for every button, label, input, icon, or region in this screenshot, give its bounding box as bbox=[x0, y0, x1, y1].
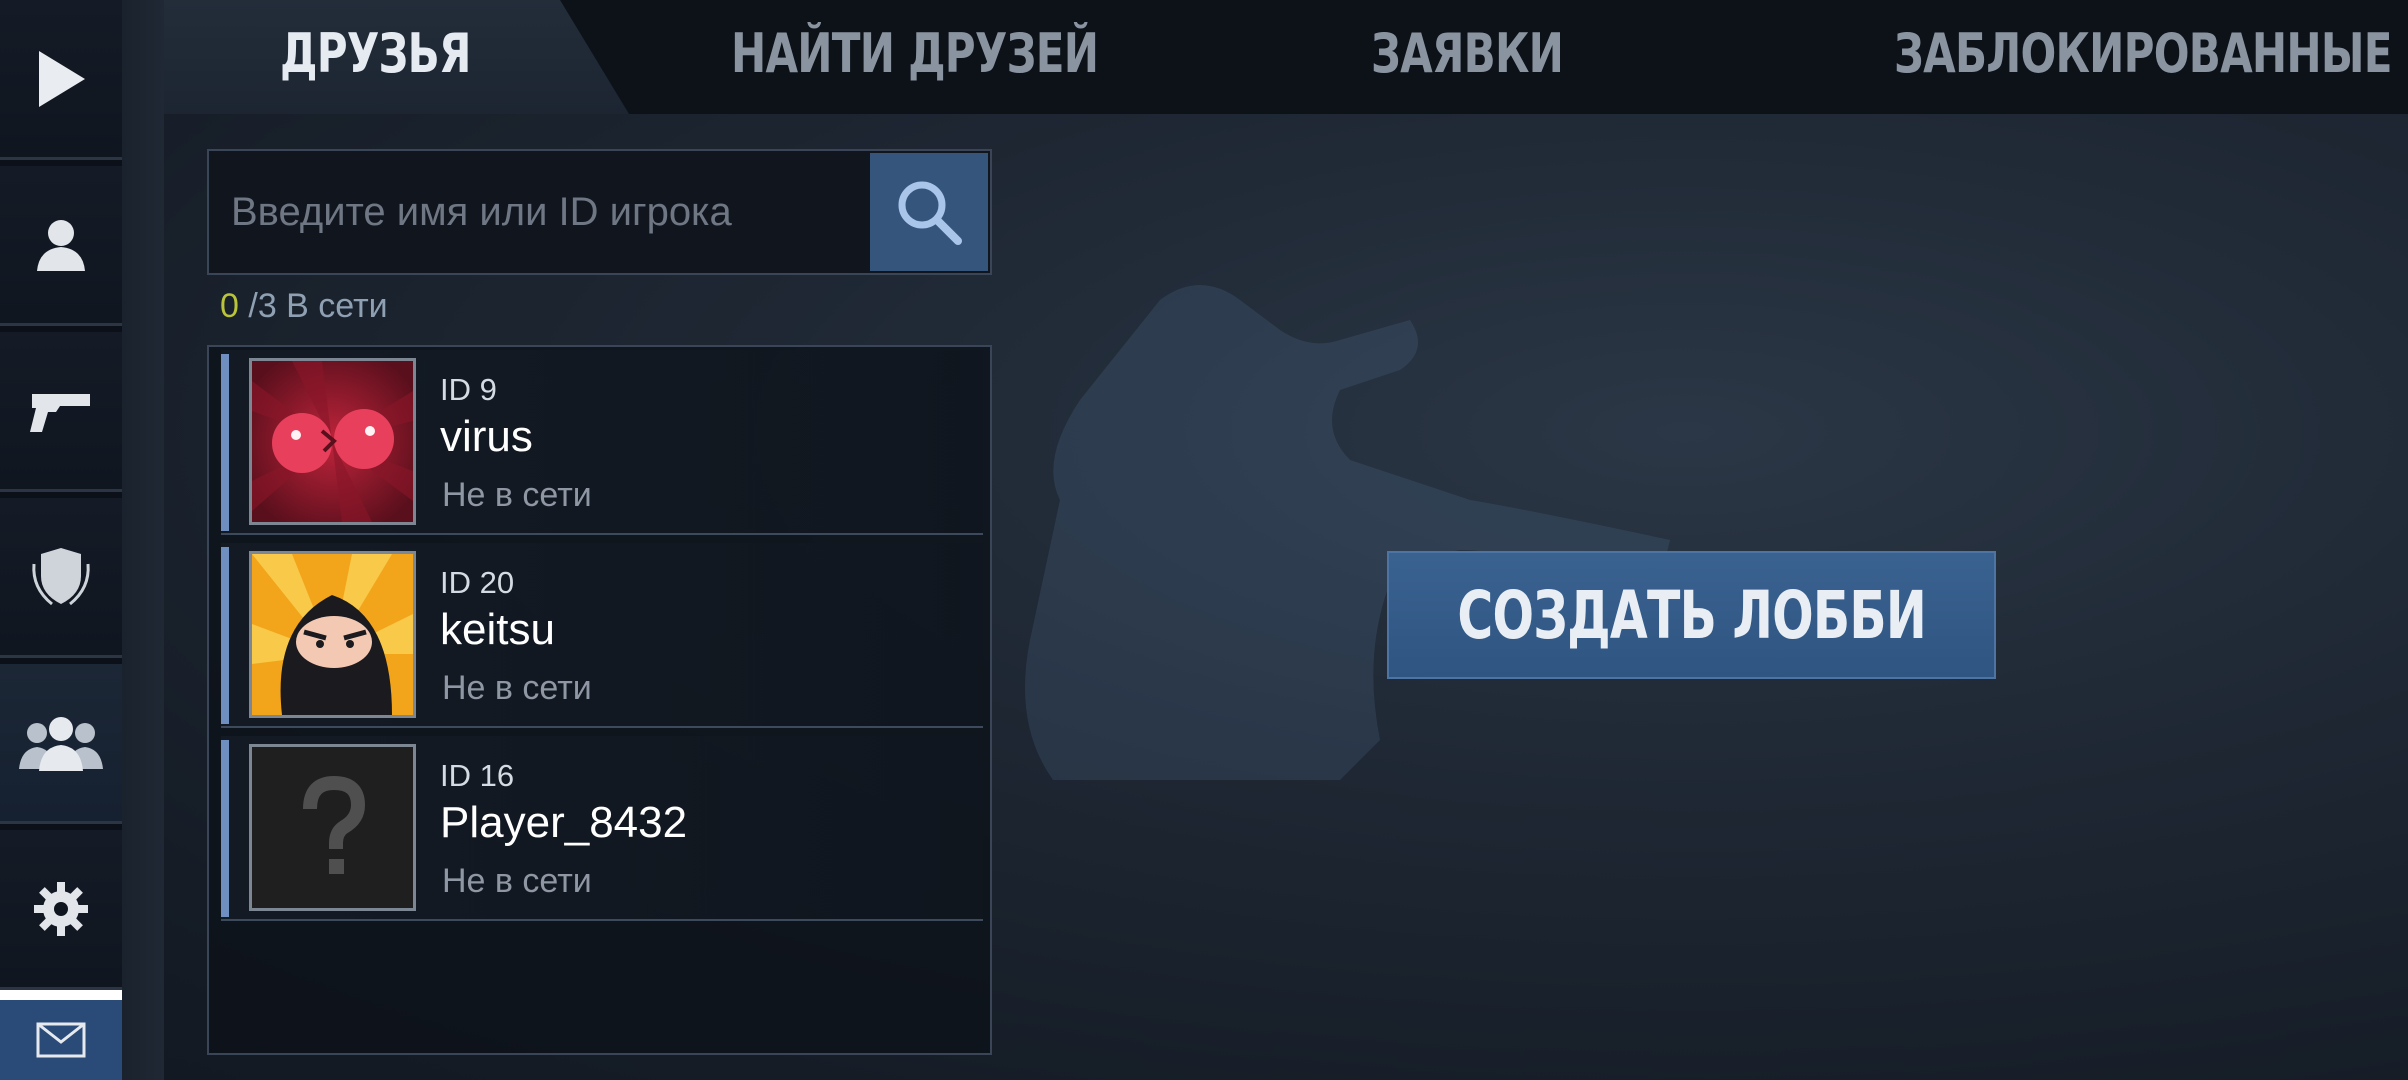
create-lobby-label: СОЗДАТЬ ЛОББИ bbox=[1457, 576, 1926, 654]
ninja-avatar bbox=[249, 551, 416, 718]
tab-requests[interactable]: ЗАЯВКИ bbox=[1371, 22, 1564, 92]
tab-find-friends[interactable]: НАЙТИ ДРУЗЕЙ bbox=[731, 22, 1099, 92]
friend-name: Player_8432 bbox=[440, 798, 688, 847]
play-button[interactable] bbox=[0, 0, 122, 160]
friends-icon bbox=[19, 716, 103, 771]
play-icon bbox=[39, 50, 85, 107]
mail-button[interactable] bbox=[0, 990, 122, 1080]
search-icon bbox=[898, 181, 962, 245]
search-bar bbox=[207, 149, 992, 275]
friends-button[interactable] bbox=[0, 664, 122, 824]
shield-icon bbox=[32, 547, 90, 605]
row-accent bbox=[221, 354, 229, 531]
friend-id: ID 20 bbox=[440, 565, 515, 600]
friend-status: Не в сети bbox=[442, 862, 592, 900]
friend-row[interactable]: ID 9 virus Не в сети bbox=[221, 350, 983, 535]
online-counter: 0 /3 В сети bbox=[220, 287, 388, 326]
row-accent bbox=[221, 740, 229, 917]
tab-blocked[interactable]: ЗАБЛОКИРОВАННЫЕ bbox=[1894, 22, 2392, 92]
friend-status: Не в сети bbox=[442, 476, 592, 514]
pistol-icon bbox=[30, 393, 90, 432]
online-count-value: 0 bbox=[220, 287, 239, 325]
profile-icon bbox=[37, 219, 85, 271]
friend-name: keitsu bbox=[440, 605, 555, 654]
rail-divider bbox=[122, 0, 164, 1080]
side-navigation bbox=[0, 0, 122, 1080]
friend-status: Не в сети bbox=[442, 669, 592, 707]
online-count-label: 3 В сети bbox=[257, 287, 388, 325]
soldier-silhouette-decoration bbox=[1025, 285, 1670, 780]
search-button[interactable] bbox=[870, 153, 988, 271]
mail-icon bbox=[36, 1022, 86, 1058]
online-count-separator: / bbox=[248, 287, 258, 325]
create-lobby-button[interactable]: СОЗДАТЬ ЛОББИ bbox=[1387, 551, 1996, 679]
friend-id: ID 16 bbox=[440, 758, 515, 793]
friend-row[interactable]: ID 16 Player_8432 Не в сети bbox=[221, 736, 983, 921]
friend-row[interactable]: ID 20 keitsu Не в сети bbox=[221, 543, 983, 728]
friends-list: ID 9 virus Не в сети ID 20 keitsu Не в с… bbox=[207, 345, 992, 1055]
search-input[interactable] bbox=[209, 151, 871, 273]
friend-name: virus bbox=[440, 412, 533, 461]
unknown-avatar bbox=[249, 744, 416, 911]
virus-avatar bbox=[249, 358, 416, 525]
row-accent bbox=[221, 547, 229, 724]
settings-button[interactable] bbox=[0, 830, 122, 990]
friend-id: ID 9 bbox=[440, 372, 497, 407]
tab-friends[interactable]: ДРУЗЬЯ bbox=[280, 22, 471, 92]
weapons-button[interactable] bbox=[0, 332, 122, 492]
profile-button[interactable] bbox=[0, 166, 122, 326]
rank-button[interactable] bbox=[0, 498, 122, 658]
gear-icon bbox=[34, 881, 88, 936]
